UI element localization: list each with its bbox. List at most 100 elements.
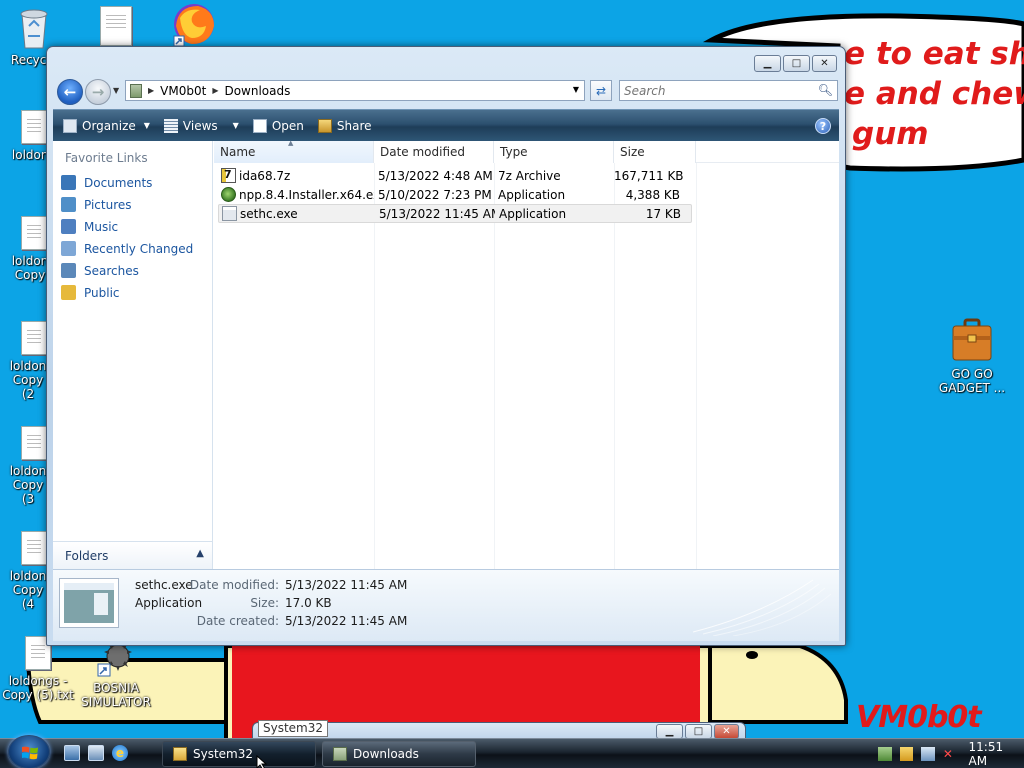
help-icon[interactable]: ? (815, 118, 831, 134)
forward-arrow-icon: → (91, 83, 105, 101)
desktop-icon-firefox[interactable] (156, 0, 232, 51)
chevron-down-icon: ▼ (143, 121, 150, 130)
close-icon: ✕ (820, 57, 829, 69)
column-divider (614, 163, 615, 569)
desktop-icon-gadget[interactable]: GO GO GADGET ... (934, 316, 1010, 395)
favorite-links-header: Favorite Links (65, 151, 148, 165)
desktop-icon-bosnia-simulator[interactable]: BOSNIA SIMULATOR (78, 640, 154, 709)
column-date-modified[interactable]: Date modified (374, 141, 494, 163)
music-icon (61, 219, 76, 234)
minimize-button[interactable]: ▁ (656, 724, 683, 739)
volume-muted-icon[interactable]: ✕ (943, 747, 957, 761)
nav-link-pictures[interactable]: Pictures (61, 197, 132, 212)
details-size-label: Size: (250, 596, 279, 610)
column-divider (696, 163, 697, 569)
desktop-icon-label-line-2: GADGET ... (938, 381, 1006, 395)
text-file-icon (21, 426, 47, 460)
system-clock[interactable]: 11:51 AM (969, 740, 1024, 768)
desktop-icon-label: loldon Copy (11, 254, 49, 282)
details-pane: sethc.exe Application Date modified: 5/1… (53, 569, 839, 641)
column-name[interactable]: ▲ Name (214, 139, 374, 163)
nav-link-documents[interactable]: Documents (61, 175, 152, 190)
refresh-button[interactable]: ⇄ (590, 80, 612, 101)
nav-link-label: Public (84, 285, 120, 300)
maximize-icon: □ (791, 57, 802, 69)
nav-link-searches[interactable]: Searches (61, 263, 139, 278)
speech-text-line-1: e to eat shit (844, 36, 1024, 72)
close-button[interactable]: ✕ (714, 724, 739, 739)
column-type[interactable]: Type (494, 141, 614, 163)
breadcrumb-arrow-icon[interactable]: ▶ (148, 86, 154, 95)
column-label: Name (220, 145, 256, 159)
open-icon (252, 118, 267, 133)
system-tray: ✕ 11:51 AM (874, 739, 1024, 768)
address-dropdown-icon[interactable]: ▼ (573, 85, 579, 94)
column-divider (494, 163, 495, 569)
nav-link-label: Searches (84, 263, 139, 278)
column-label: Date modified (380, 145, 466, 159)
file-type: Application (498, 187, 566, 202)
file-date: 5/10/2022 7:23 PM (378, 187, 492, 202)
show-desktop-icon[interactable] (64, 745, 80, 761)
column-size[interactable]: Size (614, 141, 696, 163)
column-divider (374, 163, 375, 569)
file-row[interactable]: npp.8.4.Installer.x64.exe 5/10/2022 7:23… (218, 185, 692, 204)
maximize-button[interactable]: □ (685, 724, 712, 739)
file-list: ▲ Name Date modified Type Size 7 ida68.7… (214, 139, 839, 569)
internet-explorer-icon[interactable]: e (112, 745, 128, 761)
mouse-cursor-icon (256, 755, 268, 768)
share-label: Share (336, 118, 372, 133)
file-row[interactable]: ida68.7z 5/13/2022 4:48 AM 7z Archive 16… (218, 166, 692, 185)
breadcrumb-root[interactable]: VM0b0t (160, 84, 206, 98)
nav-link-recently-changed[interactable]: Recently Changed (61, 241, 193, 256)
folders-toggle[interactable]: Folders ▲ (53, 541, 212, 569)
explorer-window[interactable]: ▁ □ ✕ ← → ▼ ▶ VM0b0t ▶ Downloads ▼ ⇄ 🔍︎ … (46, 46, 846, 646)
nav-link-public[interactable]: Public (61, 285, 120, 300)
taskbar-button-downloads[interactable]: Downloads (322, 741, 476, 767)
switch-windows-icon[interactable] (88, 745, 104, 761)
details-date-created-label: Date created: (196, 614, 279, 628)
network-status-icon[interactable] (921, 747, 935, 761)
explorer-body: Favorite Links Documents Pictures Music … (53, 139, 839, 569)
open-button[interactable]: Open (247, 114, 310, 138)
share-button[interactable]: Share (312, 114, 378, 138)
nav-link-music[interactable]: Music (61, 219, 118, 234)
search-input[interactable] (620, 81, 810, 100)
desktop-icon-document[interactable] (78, 6, 154, 50)
file-name-cell: ida68.7z (218, 168, 374, 183)
file-date: 5/13/2022 4:48 AM (378, 168, 493, 183)
search-icon[interactable]: 🔍︎ (818, 83, 833, 97)
back-button[interactable]: ← (57, 79, 83, 105)
taskbar: e System32 Downloads ✕ 11:51 AM (0, 735, 1024, 768)
close-icon: ✕ (722, 725, 731, 737)
executable-icon (222, 206, 237, 221)
notepad-plus-plus-icon (221, 187, 236, 202)
close-button[interactable]: ✕ (812, 55, 837, 72)
breadcrumb-current[interactable]: Downloads (224, 84, 290, 98)
security-center-icon[interactable] (899, 747, 914, 761)
taskbar-button-system32[interactable]: System32 (162, 741, 316, 767)
desktop-icon-label: loldon Copy (2 (9, 359, 47, 401)
start-button[interactable] (8, 735, 50, 768)
maximize-button[interactable]: □ (783, 55, 810, 72)
views-button[interactable]: Views ▼ (158, 114, 245, 138)
searches-icon (61, 263, 76, 278)
details-date-modified-label: Date modified: (189, 578, 279, 592)
firefox-icon (173, 4, 214, 47)
recycle-bin-icon (20, 9, 48, 49)
breadcrumb-arrow-icon[interactable]: ▶ (212, 86, 218, 95)
address-bar[interactable]: ▶ VM0b0t ▶ Downloads ▼ (125, 80, 585, 101)
recent-pages-dropdown[interactable]: ▼ (113, 86, 119, 95)
network-icon[interactable] (878, 747, 892, 761)
nav-link-label: Music (84, 219, 119, 234)
caption-buttons: ▁ □ ✕ (754, 55, 837, 72)
organize-button[interactable]: Organize ▼ (57, 114, 156, 138)
7z-archive-icon (221, 168, 236, 183)
folder-icon (173, 747, 187, 761)
folder-icon (333, 747, 347, 761)
file-row-selected[interactable]: sethc.exe 5/13/2022 11:45 AM Application… (218, 204, 692, 223)
forward-button[interactable]: → (85, 79, 111, 105)
search-box[interactable]: 🔍︎ (619, 80, 838, 101)
public-folder-icon (61, 285, 76, 300)
minimize-button[interactable]: ▁ (754, 55, 781, 72)
